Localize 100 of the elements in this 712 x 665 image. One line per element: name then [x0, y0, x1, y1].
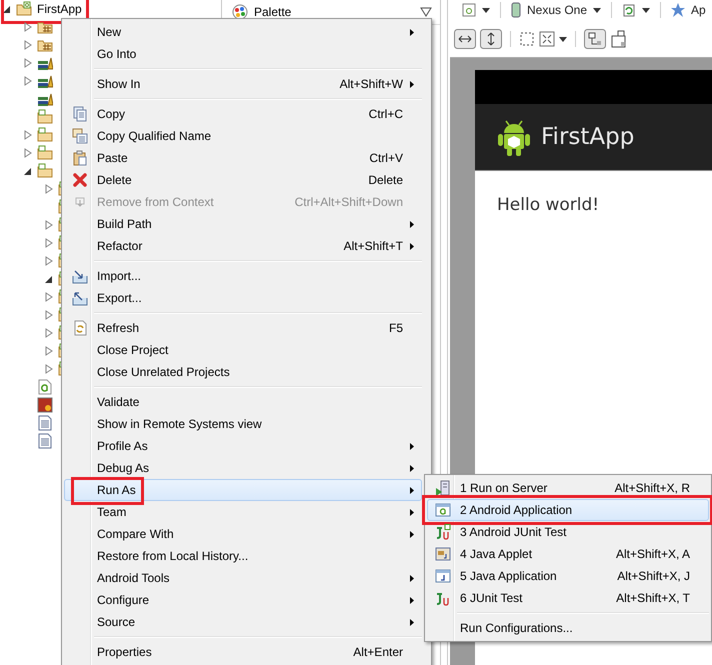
applet-icon: [435, 546, 451, 562]
menu-item[interactable]: Source: [64, 611, 422, 633]
android-file-icon: [37, 379, 53, 395]
menu-item[interactable]: Copy Qualified Name: [64, 125, 422, 147]
collapsed-arrow-icon[interactable]: [44, 220, 54, 230]
dropdown-icon[interactable]: [482, 8, 490, 12]
shortcut-label: Ctrl+C: [368, 107, 403, 121]
shortcut-label: F5: [388, 321, 403, 335]
shortcut-label: Alt+Shift+X, T: [615, 591, 690, 605]
clipboard-icon: [72, 150, 88, 166]
star-icon[interactable]: [671, 3, 686, 17]
collapsed-arrow-icon[interactable]: [23, 130, 33, 140]
collapsed-arrow-icon[interactable]: [23, 58, 33, 68]
folder-icon: [37, 109, 53, 125]
menu-item[interactable]: Build Path: [64, 213, 422, 235]
menu-item[interactable]: Profile As: [64, 435, 422, 457]
shortcut-label: Alt+Shift+W: [338, 77, 403, 91]
export-icon: [72, 290, 88, 306]
menu-item[interactable]: Delete Delete: [64, 169, 422, 191]
menu-item[interactable]: Run Configurations...: [427, 617, 709, 639]
layout-file-icon[interactable]: [462, 3, 476, 17]
menu-item[interactable]: Show in Remote Systems view: [64, 413, 422, 435]
layout-toggle-icon[interactable]: [584, 29, 606, 49]
menu-item[interactable]: Close Project: [64, 339, 422, 361]
dropdown-icon[interactable]: [642, 8, 650, 12]
shortcut-label: Delete: [367, 173, 403, 187]
collapsed-arrow-icon[interactable]: [23, 40, 33, 50]
selection-icon[interactable]: [519, 31, 535, 47]
shortcut-label: Alt+Shift+X, J: [616, 569, 690, 583]
image-file-icon: [37, 397, 53, 413]
collapsed-arrow-icon[interactable]: [44, 364, 54, 374]
shortcut-label: Alt+Shift+X, A: [614, 547, 690, 561]
menu-item[interactable]: Paste Ctrl+V: [64, 147, 422, 169]
menu-item[interactable]: 4 Java Applet Alt+Shift+X, A: [427, 543, 709, 565]
android-app-icon: [435, 502, 451, 518]
shortcut-label: Ctrl+Alt+Shift+Down: [294, 195, 403, 209]
collapsed-arrow-icon[interactable]: [44, 292, 54, 302]
menu-item[interactable]: Import...: [64, 265, 422, 287]
layout-toggle-icon[interactable]: [610, 30, 628, 48]
collapsed-arrow-icon[interactable]: [23, 148, 33, 158]
collapsed-arrow-icon[interactable]: [23, 22, 33, 32]
menu-item[interactable]: Validate: [64, 391, 422, 413]
collapsed-arrow-icon[interactable]: [23, 76, 33, 86]
collapsed-arrow-icon[interactable]: [44, 310, 54, 320]
expanded-arrow-icon[interactable]: [44, 274, 54, 284]
junit-icon: [435, 524, 451, 540]
junit-icon: [435, 590, 451, 606]
fit-width-icon[interactable]: [454, 29, 476, 49]
collapsed-arrow-icon[interactable]: [44, 184, 54, 194]
device-selector[interactable]: Nexus One: [527, 3, 588, 17]
menu-item[interactable]: 5 Java Application Alt+Shift+X, J: [427, 565, 709, 587]
copy-icon: [72, 106, 88, 122]
rotate-icon[interactable]: [622, 3, 636, 17]
menu-item[interactable]: Go Into: [64, 43, 422, 65]
menu-item[interactable]: Refactor Alt+Shift+T: [64, 235, 422, 257]
menu-item[interactable]: 6 JUnit Test Alt+Shift+X, T: [427, 587, 709, 609]
dropdown-icon[interactable]: [593, 8, 602, 12]
menu-item[interactable]: Refresh F5: [64, 317, 422, 339]
menu-item[interactable]: Restore from Local History...: [64, 545, 422, 567]
dropdown-icon[interactable]: [559, 36, 567, 42]
books-icon: [37, 91, 53, 107]
menu-item[interactable]: Team: [64, 501, 422, 523]
tree-item-label[interactable]: FirstApp: [37, 2, 82, 16]
menu-item[interactable]: Android Tools: [64, 567, 422, 589]
menu-item[interactable]: Run As: [64, 479, 422, 501]
phone-icon: [511, 2, 521, 18]
shortcut-label: Alt+Shift+T: [342, 239, 403, 253]
server-run-icon: [435, 480, 451, 496]
menu-item[interactable]: Compare With: [64, 523, 422, 545]
menu-item[interactable]: Close Unrelated Projects: [64, 361, 422, 383]
copy-icon: [72, 128, 88, 144]
toolbar-item-label[interactable]: Ap: [691, 3, 706, 17]
collapsed-arrow-icon[interactable]: [44, 256, 54, 266]
expanded-arrow-icon[interactable]: [23, 166, 33, 176]
folder-icon: [37, 127, 53, 143]
zoom-fit-icon[interactable]: [539, 31, 555, 47]
menu-item[interactable]: Show In Alt+Shift+W: [64, 73, 422, 95]
menu-item[interactable]: New: [64, 21, 422, 43]
books-icon: [37, 73, 53, 89]
menu-item[interactable]: Debug As: [64, 457, 422, 479]
menu-item[interactable]: 1 Run on Server Alt+Shift+X, R: [427, 477, 709, 499]
java-app-icon: [435, 568, 451, 584]
menu-item[interactable]: Configure: [64, 589, 422, 611]
dropdown-icon[interactable]: [420, 7, 432, 17]
folder-icon: [37, 163, 53, 179]
shortcut-label: Alt+Enter: [352, 645, 403, 659]
delete-icon: [72, 172, 88, 188]
collapsed-arrow-icon[interactable]: [44, 238, 54, 248]
palette-title: Palette: [254, 5, 292, 19]
menu-item[interactable]: Export...: [64, 287, 422, 309]
expanded-arrow-icon[interactable]: [2, 4, 12, 14]
fit-height-icon[interactable]: [480, 29, 502, 49]
collapsed-arrow-icon[interactable]: [44, 328, 54, 338]
app-title: FirstApp: [541, 124, 634, 150]
collapsed-arrow-icon[interactable]: [44, 346, 54, 356]
menu-item[interactable]: 2 Android Application: [427, 499, 709, 521]
menu-item[interactable]: Properties Alt+Enter: [64, 641, 422, 663]
menu-item[interactable]: 3 Android JUnit Test: [427, 521, 709, 543]
menu-item[interactable]: Copy Ctrl+C: [64, 103, 422, 125]
document-icon: [37, 415, 53, 431]
